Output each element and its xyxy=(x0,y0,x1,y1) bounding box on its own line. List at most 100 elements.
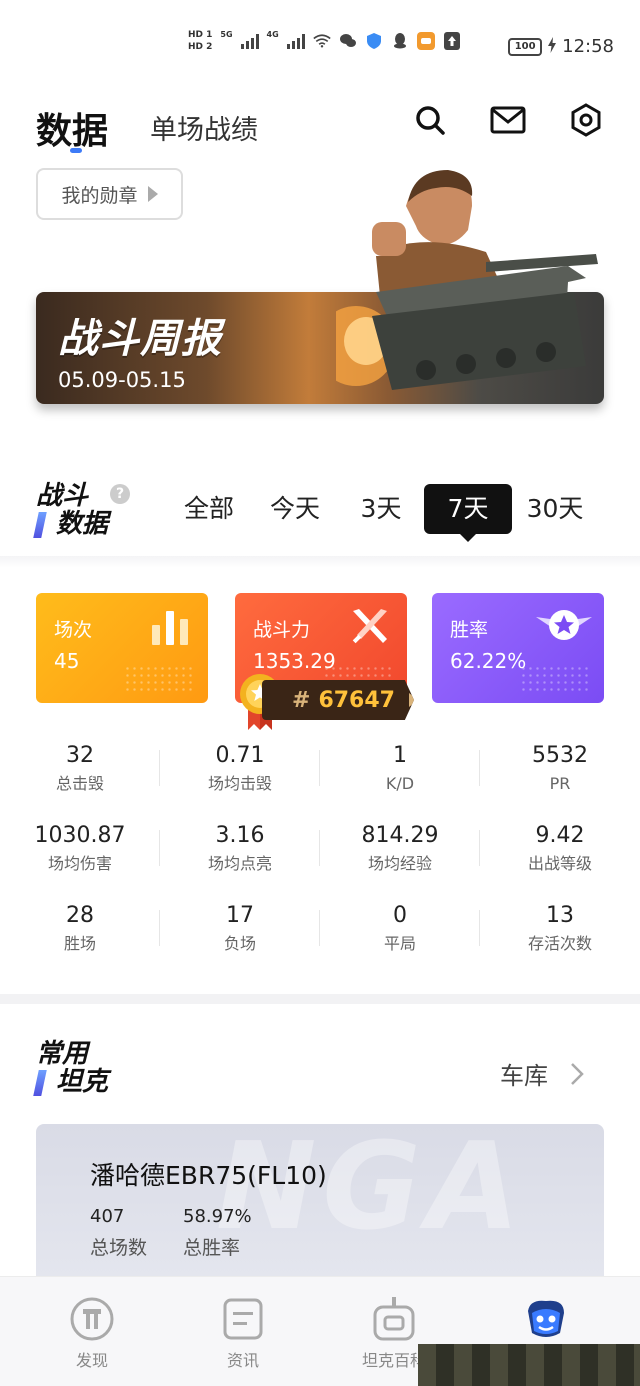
tank-card[interactable]: NGA 潘哈德EBR75(FL10) 407 总场数 58.97% 总胜率 xyxy=(36,1124,604,1294)
banner-title: 战斗周报 xyxy=(58,316,222,362)
combat-power-label: 战斗力 xyxy=(253,619,311,641)
tank-winrate: 58.97% 总胜率 xyxy=(183,1206,252,1260)
bar-chart-icon xyxy=(152,611,188,645)
tab-single-record[interactable]: 单场战绩 xyxy=(150,108,258,147)
game-app-icon xyxy=(416,32,435,50)
battles-label: 场次 xyxy=(54,619,93,641)
stat-wins: 28 胜场 xyxy=(0,900,160,956)
tank-winrate-value: 58.97% xyxy=(183,1206,252,1227)
sig2-label: 4G xyxy=(266,30,279,39)
tab-data[interactable]: 数据 xyxy=(36,102,108,154)
status-right: 100 12:58 xyxy=(508,36,614,57)
search-icon[interactable] xyxy=(412,102,448,138)
filter-30days[interactable]: 30天 xyxy=(512,484,598,534)
tank-battles-value: 407 xyxy=(90,1206,125,1227)
stat-value: 0 xyxy=(393,903,407,928)
signal-2-icon xyxy=(286,33,305,49)
upload-icon xyxy=(443,32,461,50)
hd-indicator: HD 1 HD 2 xyxy=(188,30,212,52)
hd2-label: HD 2 xyxy=(188,42,213,52)
stats-row-3: 28 胜场 17 负场 0 平局 13 存活次数 xyxy=(0,900,640,970)
stat-label: 总击毁 xyxy=(55,774,104,793)
header-actions xyxy=(412,102,604,138)
help-icon[interactable]: ? xyxy=(110,484,130,504)
winrate-value: 62.22% xyxy=(450,649,527,673)
tank-wiki-icon xyxy=(370,1295,418,1343)
status-left: HD 1 HD 2 5G 4G xyxy=(188,30,461,52)
stat-total-kills: 32 总击毁 xyxy=(0,740,160,796)
stat-value: 814.29 xyxy=(361,823,439,848)
battles-value: 45 xyxy=(54,649,80,673)
winrate-label: 胜率 xyxy=(450,619,489,641)
section-divider xyxy=(0,556,640,568)
filter-7days[interactable]: 7天 xyxy=(424,484,512,542)
nav-news-label: 资讯 xyxy=(226,1351,259,1370)
stats-row-1: 32 总击毁 0.71 场均击毁 1 K/D 5532 PR xyxy=(0,740,640,810)
stat-label: 负场 xyxy=(223,934,256,953)
stat-value: 1030.87 xyxy=(34,823,126,848)
settings-icon[interactable] xyxy=(568,102,604,138)
chevron-right-icon xyxy=(147,186,158,202)
common-tanks-title: 常用 坦克 xyxy=(33,1039,109,1097)
stat-value: 17 xyxy=(226,903,254,928)
wifi-icon xyxy=(312,32,331,50)
battle-data-title: 战斗 数据 xyxy=(33,481,108,538)
stat-losses: 17 负场 xyxy=(160,900,320,956)
nav-profile[interactable] xyxy=(486,1295,606,1347)
crossed-swords-icon xyxy=(352,609,387,644)
stat-value: 13 xyxy=(546,903,574,928)
stat-label: 平局 xyxy=(383,934,416,953)
filter-3days[interactable]: 3天 xyxy=(338,484,424,534)
stat-label: 胜场 xyxy=(63,934,96,953)
section-divider-thick xyxy=(0,994,640,1004)
star-medal-icon xyxy=(536,610,592,640)
stat-value: 5532 xyxy=(532,743,588,768)
stat-label: 场均点亮 xyxy=(207,854,272,873)
mail-icon[interactable] xyxy=(490,102,526,138)
dot-pattern xyxy=(520,665,590,693)
stat-label: 场均击毁 xyxy=(207,774,272,793)
filter-all[interactable]: 全部 xyxy=(166,484,252,534)
sig1-label: 5G xyxy=(220,30,233,39)
tank-winrate-label: 总胜率 xyxy=(183,1237,241,1259)
dot-pattern xyxy=(124,665,194,693)
nav-news[interactable]: 资讯 xyxy=(183,1295,303,1371)
news-icon xyxy=(219,1295,267,1343)
qq-icon xyxy=(391,32,409,50)
stat-value: 1 xyxy=(393,743,407,768)
stat-draws: 0 平局 xyxy=(320,900,480,956)
charging-icon xyxy=(548,36,557,57)
stat-pr: 5532 PR xyxy=(480,740,640,796)
stat-value: 28 xyxy=(66,903,94,928)
my-medals-button[interactable]: 我的勋章 xyxy=(36,168,183,220)
common-tanks-title-line1: 常用 xyxy=(36,1039,89,1069)
tank-battles: 407 总场数 xyxy=(90,1206,147,1260)
nav-discover[interactable]: 发现 xyxy=(32,1295,152,1371)
stat-value: 32 xyxy=(66,743,94,768)
stat-avg-tier: 9.42 出战等级 xyxy=(480,820,640,876)
battle-data-title-line1: 战斗 xyxy=(36,481,89,511)
shield-icon xyxy=(365,32,383,50)
nav-discover-label: 发现 xyxy=(75,1351,108,1370)
active-tab-indicator xyxy=(70,148,82,153)
play-arrow-icon xyxy=(408,693,414,707)
battery-icon: 100 xyxy=(508,37,543,56)
tank-name: 潘哈德EBR75(FL10) xyxy=(90,1161,327,1190)
garage-link[interactable]: 车库 xyxy=(500,1056,584,1091)
profile-mascot-icon xyxy=(522,1295,570,1343)
battles-card[interactable]: 场次 45 xyxy=(36,593,208,703)
stat-label: 出战等级 xyxy=(527,854,592,873)
filter-today[interactable]: 今天 xyxy=(252,484,338,534)
common-tanks-title-line2: 坦克 xyxy=(56,1067,109,1097)
tank-stats: 407 总场数 58.97% 总胜率 xyxy=(90,1206,252,1260)
stat-label: 存活次数 xyxy=(527,934,592,953)
rank-badge[interactable]: # 67647 xyxy=(262,680,414,720)
top-header: 数据 单场战绩 xyxy=(36,96,604,156)
banner-date: 05.09-05.15 xyxy=(58,368,186,392)
stat-value: 3.16 xyxy=(215,823,265,848)
garage-label: 车库 xyxy=(500,1062,548,1090)
winrate-card[interactable]: 胜率 62.22% xyxy=(432,593,604,703)
stat-avg-damage: 1030.87 场均伤害 xyxy=(0,820,160,876)
time-filter-bar: 全部 今天 3天 7天 30天 xyxy=(166,484,598,542)
status-bar: HD 1 HD 2 5G 4G 100 12:58 xyxy=(0,0,640,92)
